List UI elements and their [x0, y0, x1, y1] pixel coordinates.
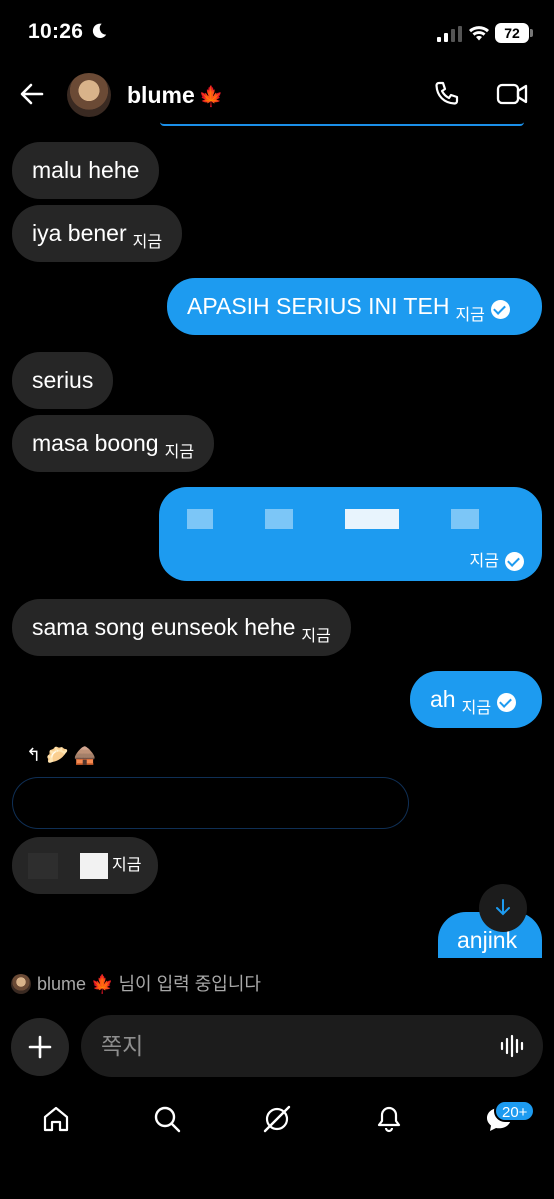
avatar[interactable] — [67, 73, 111, 117]
message-outgoing[interactable]: ah 지금 — [410, 671, 542, 728]
battery-indicator: 72 — [495, 23, 533, 43]
timestamp: 지금 — [301, 628, 331, 645]
add-attachment-button[interactable] — [11, 1018, 69, 1076]
chat-header: blume 🍁 — [0, 66, 554, 126]
back-arrow-icon[interactable] — [18, 80, 46, 108]
battery-level: 72 — [495, 23, 529, 43]
read-check-icon — [505, 552, 524, 571]
timestamp: 지금 — [112, 857, 142, 874]
maple-leaf-emoji: 🍁 — [198, 86, 224, 108]
contact-name[interactable]: blume 🍁 — [127, 82, 224, 109]
timestamp: 지금 — [469, 553, 499, 570]
bottom-navigation — [0, 1092, 554, 1152]
message-incoming-redacted[interactable]: 지금 — [12, 837, 158, 894]
phone-icon[interactable] — [432, 80, 460, 108]
home-indicator — [0, 1192, 554, 1199]
replied-message-preview[interactable] — [12, 777, 409, 829]
read-check-icon — [497, 693, 517, 712]
search-icon[interactable] — [152, 1104, 182, 1134]
message-incoming[interactable]: sama song eunseok hehe 지금 — [12, 599, 351, 656]
bell-icon[interactable] — [374, 1104, 404, 1134]
scroll-to-bottom-button[interactable] — [479, 884, 527, 932]
wifi-icon — [469, 26, 489, 41]
reply-reactions: ↰ 🥟 🛖 — [26, 745, 96, 765]
voice-waveform-icon[interactable] — [500, 1033, 526, 1059]
message-input[interactable] — [101, 1015, 481, 1077]
message-outgoing-redacted[interactable]: 지금 — [159, 487, 542, 581]
avatar — [11, 974, 31, 994]
status-bar: 10:26 72 — [0, 0, 554, 66]
typing-indicator: blume 🍁 님이 입력 중입니다 — [11, 970, 261, 996]
message-incoming[interactable]: malu hehe — [12, 142, 160, 199]
moon-icon — [92, 23, 107, 39]
clock: 10:26 — [28, 20, 84, 43]
timestamp: 지금 — [455, 307, 485, 324]
timestamp: 지금 — [164, 444, 195, 461]
plus-icon — [28, 1035, 52, 1059]
message-outgoing[interactable]: APASIH SERIUS INI TEH 지금 — [167, 278, 542, 335]
timestamp: 지금 — [461, 700, 492, 717]
video-call-icon[interactable] — [496, 80, 528, 108]
home-icon[interactable] — [41, 1104, 71, 1134]
message-incoming[interactable]: iya bener 지금 — [12, 205, 183, 262]
read-check-icon — [490, 300, 510, 319]
message-composer — [81, 1015, 543, 1077]
timestamp: 지금 — [132, 234, 163, 251]
signal-icon — [437, 26, 462, 42]
arrow-down-icon — [496, 899, 510, 916]
unread-badge: 20+ — [494, 1100, 536, 1122]
pinned-message-edge — [160, 122, 524, 126]
message-incoming[interactable]: serius — [12, 352, 114, 409]
grok-icon[interactable] — [262, 1104, 292, 1134]
message-incoming[interactable]: masa boong 지금 — [12, 415, 215, 472]
